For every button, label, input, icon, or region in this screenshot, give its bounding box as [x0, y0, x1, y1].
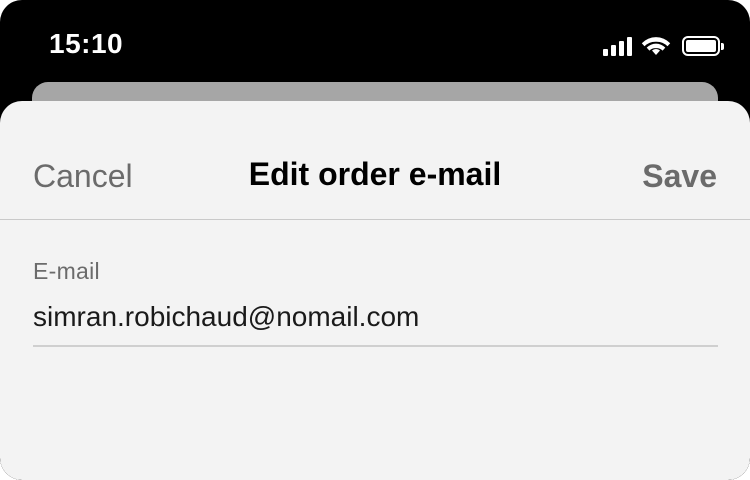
- battery-icon: [682, 36, 724, 56]
- sheet-nav-bar: Cancel Edit order e-mail Save: [0, 101, 750, 220]
- status-icons: [603, 33, 724, 59]
- save-button[interactable]: Save: [642, 158, 717, 195]
- cellular-signal-icon: [603, 36, 632, 56]
- status-bar: 15:10: [0, 0, 750, 90]
- battery-fill: [686, 40, 716, 52]
- sheet-title: Edit order e-mail: [248, 156, 502, 192]
- wifi-icon: [641, 37, 671, 55]
- battery-cap: [721, 43, 724, 50]
- phone-screen: 15:10 Cancel Edit order e-mail Save E-ma…: [0, 0, 750, 480]
- email-field-group: E-mail: [33, 258, 718, 347]
- email-field[interactable]: [33, 297, 718, 347]
- status-time: 15:10: [49, 28, 124, 59]
- email-field-label: E-mail: [33, 258, 100, 284]
- edit-email-sheet: Cancel Edit order e-mail Save E-mail: [0, 101, 750, 480]
